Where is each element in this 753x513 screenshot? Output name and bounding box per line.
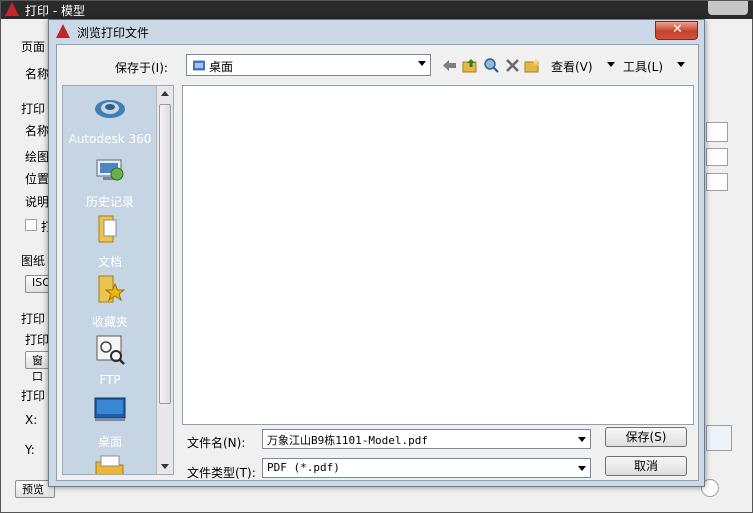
- places-scrollbar[interactable]: [156, 86, 173, 474]
- favorites-icon: [98, 275, 126, 303]
- dialog-title: 浏览打印文件: [77, 26, 150, 40]
- view-menu[interactable]: 查看(V): [551, 58, 593, 75]
- place-history[interactable]: 历史记录: [63, 152, 157, 210]
- printer-name-label: 名称: [25, 124, 50, 138]
- background-title-bar: 打印 - 模型: [1, 1, 753, 19]
- folder-icon: [95, 455, 124, 474]
- properties-field[interactable]: [706, 173, 728, 191]
- history-icon: [96, 159, 124, 181]
- filetype-value: PDF (*.pdf): [267, 461, 340, 474]
- view-dropdown-icon[interactable]: [607, 62, 615, 67]
- location-label: 位置: [25, 172, 50, 186]
- filename-label: 文件名(N):: [187, 436, 246, 450]
- offset-x-label: X:: [25, 413, 38, 427]
- page-setup-name-label: 名称: [25, 67, 50, 81]
- plotter-label: 绘图: [25, 150, 50, 164]
- file-list-pane[interactable]: [182, 85, 694, 425]
- place-ftp[interactable]: FTP: [63, 332, 157, 387]
- filename-input[interactable]: 万象江山B9栋1101-Model.pdf: [262, 429, 591, 449]
- browse-print-file-dialog: 浏览打印文件 ✕ 保存于(I): 桌面 查看(V) 工具(L) Autodesk…: [48, 19, 705, 487]
- place-desktop[interactable]: 桌面: [63, 392, 157, 450]
- cancel-button[interactable]: 取消: [605, 456, 687, 476]
- up-folder-icon[interactable]: [462, 57, 479, 74]
- autodesk-360-icon: [95, 100, 125, 118]
- places-bar: Autodesk 360 历史记录 文档 收藏夹 FTP 桌面: [62, 85, 174, 475]
- desktop-icon: [94, 397, 126, 421]
- description-label: 说明: [25, 195, 50, 209]
- dialog-body: 保存于(I): 桌面 查看(V) 工具(L) Autodesk 360 历史记录: [56, 44, 699, 481]
- tools-dropdown-icon[interactable]: [677, 62, 685, 67]
- paper-size-label: 图纸: [21, 254, 46, 268]
- save-in-label: 保存于(I):: [115, 61, 168, 75]
- place-autodesk-360[interactable]: Autodesk 360: [63, 91, 157, 146]
- printer-combo[interactable]: [706, 122, 728, 142]
- place-label: 历史记录: [85, 195, 134, 209]
- save-in-combo[interactable]: 桌面: [186, 54, 431, 76]
- place-label: 文档: [97, 255, 122, 269]
- filetype-label: 文件类型(T):: [187, 466, 256, 480]
- place-more[interactable]: [63, 452, 157, 474]
- scroll-up-icon[interactable]: [161, 91, 169, 96]
- what-to-plot-label: 打印: [25, 333, 50, 347]
- documents-folder-icon: [98, 215, 117, 243]
- plot-area-label: 打印: [21, 312, 46, 326]
- plotter-combo[interactable]: [706, 148, 728, 166]
- page-setup-label: 页面: [21, 40, 46, 54]
- ftp-icon: [96, 335, 125, 365]
- place-documents[interactable]: 文档: [63, 212, 157, 270]
- close-icon: ✕: [672, 22, 683, 37]
- background-window-title: 打印 - 模型: [25, 4, 85, 18]
- background-close-button[interactable]: [708, 1, 748, 15]
- autocad-logo-icon: [56, 24, 70, 38]
- chevron-down-icon: [578, 437, 586, 442]
- scroll-down-icon[interactable]: [161, 464, 169, 469]
- place-label: 收藏夹: [91, 315, 128, 329]
- place-label: Autodesk 360: [68, 132, 152, 146]
- scroll-thumb[interactable]: [159, 104, 171, 404]
- offset-y-label: Y:: [25, 443, 35, 457]
- tools-menu[interactable]: 工具(L): [623, 58, 663, 75]
- autocad-logo-icon: [5, 2, 19, 16]
- place-favorites[interactable]: 收藏夹: [63, 272, 157, 330]
- delete-icon[interactable]: [504, 57, 521, 74]
- filename-value: 万象江山B9栋1101-Model.pdf: [267, 434, 428, 447]
- back-arrow-icon[interactable]: [441, 57, 458, 74]
- chevron-down-icon: [578, 466, 586, 471]
- save-button[interactable]: 保存(S): [605, 427, 687, 447]
- chevron-down-icon: [418, 61, 426, 66]
- save-in-value: 桌面: [209, 60, 234, 74]
- new-folder-icon[interactable]: [524, 57, 541, 74]
- plot-offset-label: 打印: [21, 389, 46, 403]
- filetype-combo[interactable]: PDF (*.pdf): [262, 458, 591, 478]
- search-web-icon[interactable]: [483, 57, 500, 74]
- place-label: FTP: [99, 373, 121, 387]
- paper-orientation-icon: [706, 425, 732, 451]
- close-button[interactable]: ✕: [655, 21, 698, 40]
- place-label: 桌面: [97, 435, 122, 449]
- printer-section-label: 打印: [21, 102, 46, 116]
- desktop-folder-icon: [193, 60, 205, 71]
- print-to-file-checkbox[interactable]: [25, 219, 37, 231]
